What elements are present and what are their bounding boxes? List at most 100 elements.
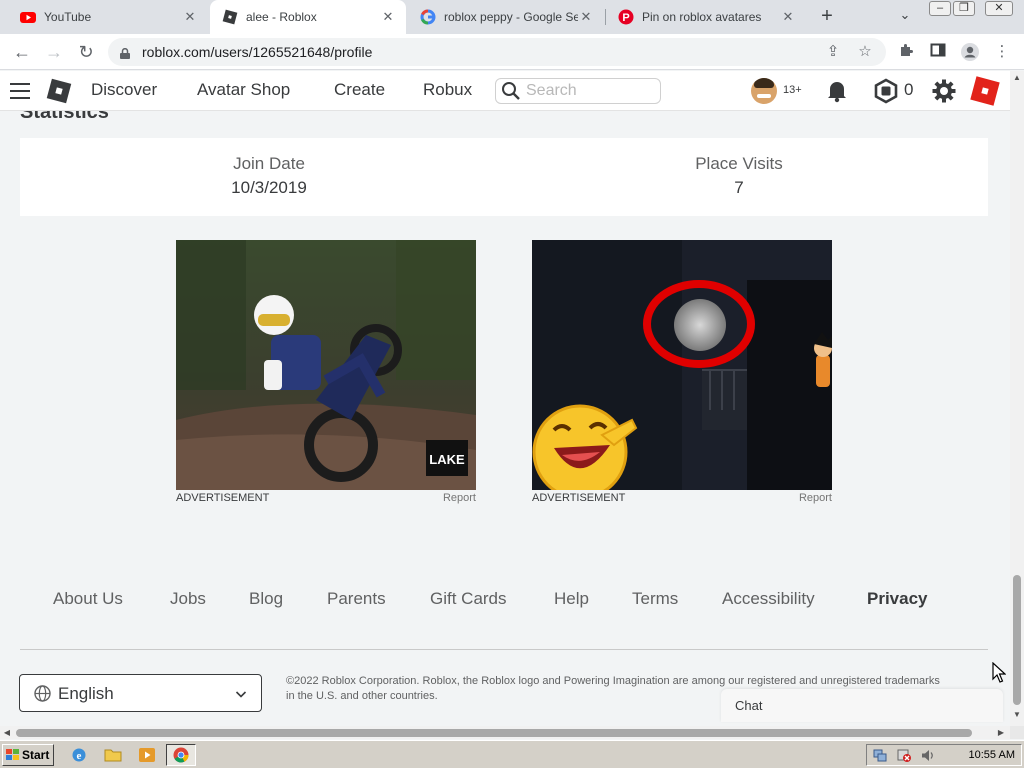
media-player-icon[interactable] bbox=[138, 747, 156, 763]
footer-link-accessibility[interactable]: Accessibility bbox=[722, 589, 815, 609]
tab-title: roblox peppy - Google Search bbox=[444, 10, 578, 24]
avatar-headshot[interactable] bbox=[751, 78, 777, 104]
chat-bar[interactable]: Chat bbox=[721, 689, 1003, 722]
settings-gear-icon[interactable] bbox=[931, 78, 957, 104]
vertical-scrollbar[interactable]: ▲ ▼ bbox=[1010, 71, 1024, 726]
browser-tab-strip: YouTube ✕ alee - Roblox ✕ roblox peppy -… bbox=[0, 0, 1024, 34]
scroll-down-arrow-icon[interactable]: ▼ bbox=[1010, 708, 1024, 722]
system-tray: 10:55 AM bbox=[866, 744, 1022, 766]
ad-report-link[interactable]: Report bbox=[443, 492, 476, 504]
dirtbike-ad-image: LAKE bbox=[176, 240, 476, 490]
nav-discover[interactable]: Discover bbox=[91, 80, 157, 100]
reload-icon[interactable]: ↻ bbox=[74, 40, 98, 64]
volume-icon[interactable] bbox=[921, 749, 935, 762]
youtube-icon bbox=[20, 9, 36, 25]
profile-icon[interactable] bbox=[960, 42, 980, 62]
chrome-taskbar-button[interactable] bbox=[166, 744, 196, 766]
age-badge: 13+ bbox=[783, 84, 802, 96]
chrome-icon bbox=[173, 747, 189, 768]
hamburger-menu-icon[interactable] bbox=[10, 83, 30, 99]
footer-link-about-us[interactable]: About Us bbox=[53, 589, 123, 609]
footer-link-jobs[interactable]: Jobs bbox=[170, 589, 206, 609]
security-alert-icon[interactable] bbox=[897, 749, 911, 762]
profile-content: Statistics Join Date 10/3/2019 Place Vis… bbox=[0, 111, 1010, 726]
stat-place-visits: Place Visits 7 bbox=[589, 154, 889, 198]
ad-report-link[interactable]: Report bbox=[799, 492, 832, 504]
footer-link-terms[interactable]: Terms bbox=[632, 589, 678, 609]
new-tab-icon[interactable]: + bbox=[816, 4, 838, 28]
tab-youtube[interactable]: YouTube ✕ bbox=[8, 0, 208, 34]
scroll-left-arrow-icon[interactable]: ◀ bbox=[0, 726, 14, 739]
stat-value: 7 bbox=[734, 178, 744, 197]
roblox-icon bbox=[222, 9, 238, 25]
svg-text:e: e bbox=[77, 750, 82, 762]
tab-search-chevron-icon[interactable]: ⌄ bbox=[895, 7, 915, 27]
tab-roblox[interactable]: alee - Roblox ✕ bbox=[210, 0, 406, 34]
minimize-window-icon[interactable]: – bbox=[929, 1, 951, 16]
folder-icon[interactable] bbox=[104, 747, 122, 763]
robux-balance[interactable]: 0 bbox=[904, 80, 913, 100]
side-panel-icon[interactable] bbox=[928, 42, 948, 62]
language-value: English bbox=[58, 684, 114, 703]
scrollbar-thumb[interactable] bbox=[1013, 575, 1021, 705]
footer-link-help[interactable]: Help bbox=[554, 589, 589, 609]
close-tab-icon[interactable]: ✕ bbox=[578, 9, 594, 25]
scrollbar-thumb[interactable] bbox=[16, 729, 972, 737]
tab-title: YouTube bbox=[44, 10, 92, 24]
footer-link-blog[interactable]: Blog bbox=[249, 589, 283, 609]
google-icon bbox=[420, 9, 436, 25]
ad-label: ADVERTISEMENT bbox=[532, 492, 626, 504]
statistics-heading: Statistics bbox=[20, 111, 109, 123]
close-window-icon[interactable]: ✕ bbox=[985, 1, 1013, 16]
footer-link-gift-cards[interactable]: Gift Cards bbox=[430, 589, 507, 609]
close-tab-icon[interactable]: ✕ bbox=[780, 9, 796, 25]
address-bar[interactable]: roblox.com/users/1265521648/profile ⇪ ☆ bbox=[108, 38, 886, 66]
advertisement-banner[interactable] bbox=[532, 240, 832, 490]
footer-link-privacy[interactable]: Privacy bbox=[867, 589, 928, 609]
moon-ad-image bbox=[532, 240, 832, 490]
stat-join-date: Join Date 10/3/2019 bbox=[119, 154, 419, 198]
horizontal-scrollbar[interactable]: ◀ ▶ bbox=[0, 726, 1010, 739]
ad-label: ADVERTISEMENT bbox=[176, 492, 270, 504]
roblox-logo-icon[interactable] bbox=[46, 78, 72, 104]
lake-brand-text: LAKE bbox=[429, 452, 465, 467]
windows-flag-icon bbox=[6, 749, 20, 761]
extensions-puzzle-icon[interactable] bbox=[896, 42, 916, 62]
forward-arrow-icon[interactable]: → bbox=[42, 40, 66, 64]
language-selector[interactable]: English bbox=[19, 674, 262, 712]
lock-icon bbox=[120, 46, 130, 59]
close-tab-icon[interactable]: ✕ bbox=[182, 9, 198, 25]
start-button[interactable]: Start bbox=[2, 744, 54, 766]
bookmark-star-icon[interactable]: ☆ bbox=[856, 43, 874, 61]
globe-icon bbox=[34, 685, 51, 702]
footer-link-parents[interactable]: Parents bbox=[327, 589, 386, 609]
stat-label: Place Visits bbox=[695, 154, 783, 173]
tab-pinterest[interactable]: P Pin on roblox avatares ✕ bbox=[606, 0, 806, 34]
tab-title: alee - Roblox bbox=[246, 10, 317, 24]
browser-menu-icon[interactable]: ⋮ bbox=[992, 42, 1012, 62]
notifications-bell-icon[interactable] bbox=[824, 78, 850, 104]
search-input[interactable] bbox=[526, 81, 656, 101]
scroll-up-arrow-icon[interactable]: ▲ bbox=[1010, 71, 1024, 85]
roblox-app-launch-icon[interactable] bbox=[970, 76, 1000, 106]
scrollbar-corner bbox=[1010, 726, 1024, 739]
nav-robux[interactable]: Robux bbox=[423, 80, 472, 100]
robux-icon[interactable] bbox=[873, 78, 899, 104]
back-arrow-icon[interactable]: ← bbox=[10, 40, 34, 64]
nav-create[interactable]: Create bbox=[334, 80, 385, 100]
share-icon[interactable]: ⇪ bbox=[824, 43, 842, 61]
close-tab-icon[interactable]: ✕ bbox=[380, 9, 396, 25]
clock: 10:55 AM bbox=[968, 749, 1015, 761]
restore-window-icon[interactable]: ❐ bbox=[953, 1, 975, 16]
advertisement-banner[interactable]: LAKE bbox=[176, 240, 476, 490]
tab-google-search[interactable]: roblox peppy - Google Search ✕ bbox=[408, 0, 604, 34]
scroll-right-arrow-icon[interactable]: ▶ bbox=[994, 726, 1008, 739]
chat-label: Chat bbox=[735, 698, 763, 713]
chevron-down-icon bbox=[235, 687, 247, 699]
mouse-pointer-icon bbox=[992, 661, 1007, 684]
network-icon[interactable] bbox=[873, 749, 887, 762]
internet-explorer-icon[interactable]: e bbox=[70, 747, 88, 763]
ad-caption: ADVERTISEMENT Report bbox=[532, 492, 832, 504]
nav-avatar-shop[interactable]: Avatar Shop bbox=[197, 80, 290, 100]
search-box[interactable] bbox=[495, 78, 661, 104]
